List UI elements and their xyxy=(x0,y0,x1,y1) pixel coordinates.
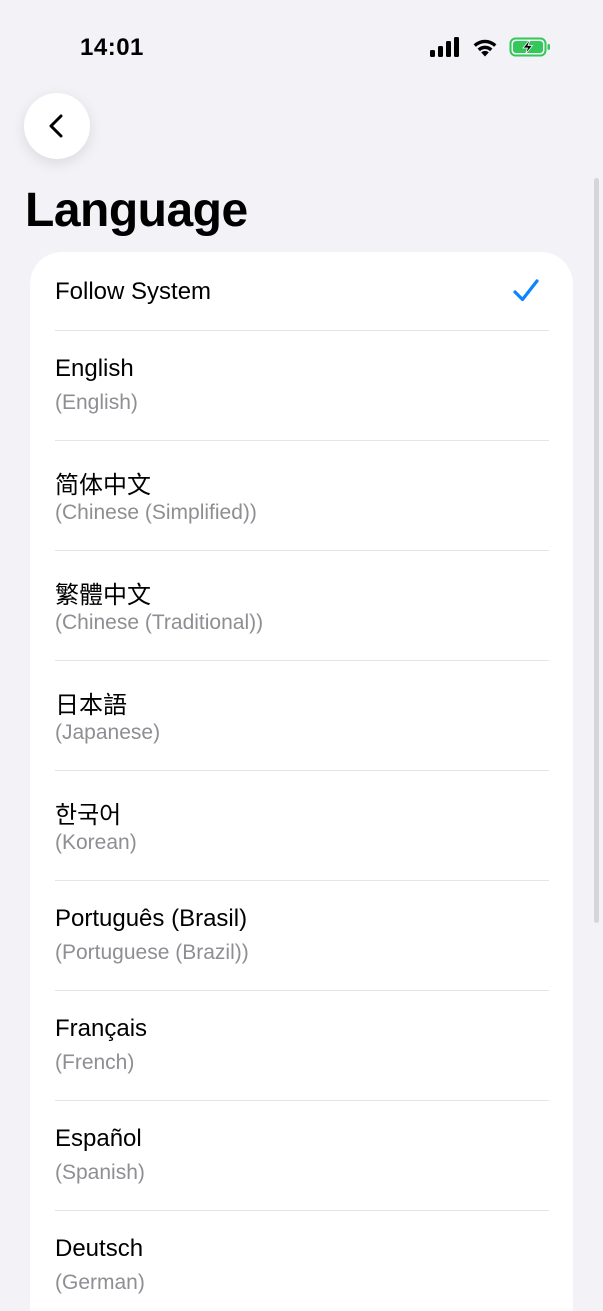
language-english-name: (Portuguese (Brazil)) xyxy=(55,941,249,964)
status-icons xyxy=(429,36,551,58)
wifi-icon xyxy=(473,39,497,57)
language-option-chinese-simplified[interactable]: 简体中文 (Chinese (Simplified)) xyxy=(55,441,549,551)
language-settings-screen: 14:01 Language Follow System English (En… xyxy=(0,0,603,1311)
battery-charging-icon xyxy=(509,37,550,57)
checkmark-icon xyxy=(513,279,539,302)
language-name: Français xyxy=(55,1015,148,1042)
language-name: Español xyxy=(55,1125,142,1152)
language-english-name: (Korean) xyxy=(55,831,137,854)
chevron-left-icon xyxy=(49,114,63,138)
language-english-name: (Japanese) xyxy=(55,721,161,744)
language-name: 한국어 xyxy=(55,802,122,829)
page-title: Language xyxy=(25,184,248,237)
status-bar: 14:01 xyxy=(0,0,603,90)
language-option-korean[interactable]: 한국어 (Korean) xyxy=(55,771,549,881)
language-list: Follow System English (English) 简体中文 (Ch… xyxy=(30,252,573,1311)
language-option-spanish[interactable]: Español (Spanish) xyxy=(55,1101,549,1211)
language-option-german[interactable]: Deutsch (German) xyxy=(55,1211,549,1311)
language-english-name: (Chinese (Traditional)) xyxy=(55,611,264,634)
language-name: 繁體中文 xyxy=(55,582,151,609)
language-name: Deutsch xyxy=(55,1235,144,1262)
language-name: 日本語 xyxy=(55,692,127,719)
back-button[interactable] xyxy=(24,93,90,159)
scroll-indicator[interactable] xyxy=(594,178,599,923)
language-name: 简体中文 xyxy=(55,472,151,499)
language-option-portuguese-brazil[interactable]: Português (Brasil) (Portuguese (Brazil)) xyxy=(55,881,549,991)
language-english-name: (French) xyxy=(55,1051,135,1074)
language-english-name: (Spanish) xyxy=(55,1161,145,1184)
language-option-french[interactable]: Français (French) xyxy=(55,991,549,1101)
status-time: 14:01 xyxy=(80,34,144,61)
language-english-name: (German) xyxy=(55,1271,145,1294)
language-option-english[interactable]: English (English) xyxy=(55,331,549,441)
language-name: Follow System xyxy=(55,278,212,305)
signal-icon xyxy=(430,37,459,57)
language-option-chinese-traditional[interactable]: 繁體中文 (Chinese (Traditional)) xyxy=(55,551,549,661)
language-english-name: (English) xyxy=(55,391,138,414)
language-name: Português (Brasil) xyxy=(55,905,248,932)
language-name: English xyxy=(55,355,134,382)
language-option-follow-system[interactable]: Follow System xyxy=(55,252,549,331)
language-english-name: (Chinese (Simplified)) xyxy=(55,501,257,524)
language-option-japanese[interactable]: 日本語 (Japanese) xyxy=(55,661,549,771)
